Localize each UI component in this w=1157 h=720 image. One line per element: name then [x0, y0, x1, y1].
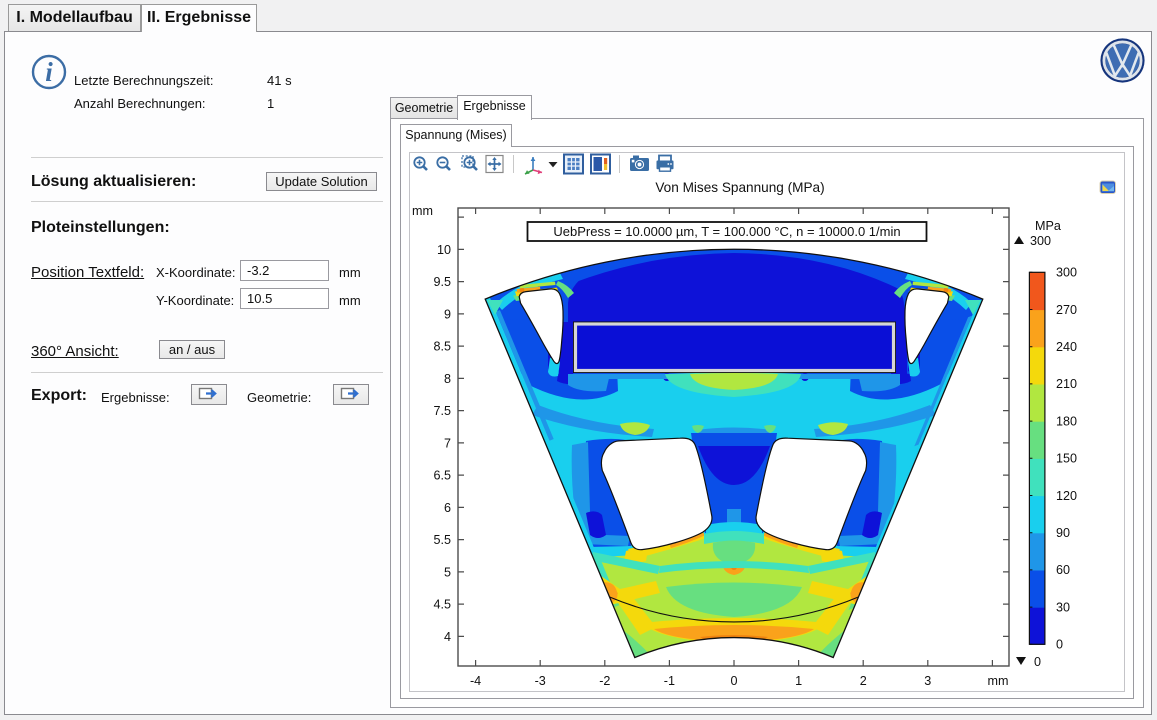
svg-text:60: 60 — [1056, 563, 1070, 577]
svg-text:3: 3 — [924, 674, 931, 688]
svg-text:2: 2 — [860, 674, 867, 688]
svg-text:5.5: 5.5 — [433, 533, 451, 547]
svg-text:6: 6 — [444, 501, 451, 515]
svg-text:1: 1 — [795, 674, 802, 688]
svg-text:300: 300 — [1056, 266, 1077, 280]
svg-text:210: 210 — [1056, 377, 1077, 391]
svg-text:300: 300 — [1030, 234, 1051, 248]
svg-text:8.5: 8.5 — [433, 340, 451, 354]
svg-text:270: 270 — [1056, 303, 1077, 317]
svg-text:30: 30 — [1056, 600, 1070, 614]
svg-text:240: 240 — [1056, 340, 1077, 354]
svg-text:Von Mises Spannung (MPa): Von Mises Spannung (MPa) — [655, 180, 824, 195]
svg-text:5: 5 — [444, 565, 451, 579]
svg-text:7.5: 7.5 — [433, 404, 451, 418]
svg-text:MPa: MPa — [1035, 219, 1061, 233]
svg-text:mm: mm — [988, 674, 1009, 688]
svg-text:0: 0 — [730, 674, 737, 688]
svg-text:i: i — [45, 57, 53, 87]
svg-text:10: 10 — [437, 243, 451, 257]
svg-text:90: 90 — [1056, 526, 1070, 540]
svg-text:mm: mm — [412, 204, 433, 218]
svg-text:7: 7 — [444, 436, 451, 450]
svg-text:150: 150 — [1056, 452, 1077, 466]
svg-text:-1: -1 — [664, 674, 675, 688]
svg-text:9.5: 9.5 — [433, 275, 451, 289]
svg-text:-4: -4 — [470, 674, 481, 688]
svg-text:4.5: 4.5 — [433, 598, 451, 612]
svg-text:180: 180 — [1056, 414, 1077, 428]
svg-text:4: 4 — [444, 630, 451, 644]
svg-text:-2: -2 — [599, 674, 610, 688]
svg-text:120: 120 — [1056, 489, 1077, 503]
svg-text:UebPress = 10.0000 µm, T = 100: UebPress = 10.0000 µm, T = 100.000 °C, n… — [553, 224, 900, 239]
svg-text:6.5: 6.5 — [433, 469, 451, 483]
svg-text:8: 8 — [444, 372, 451, 386]
svg-text:-3: -3 — [535, 674, 546, 688]
svg-text:0: 0 — [1034, 655, 1041, 669]
svg-text:9: 9 — [444, 307, 451, 321]
svg-text:0: 0 — [1056, 638, 1063, 652]
